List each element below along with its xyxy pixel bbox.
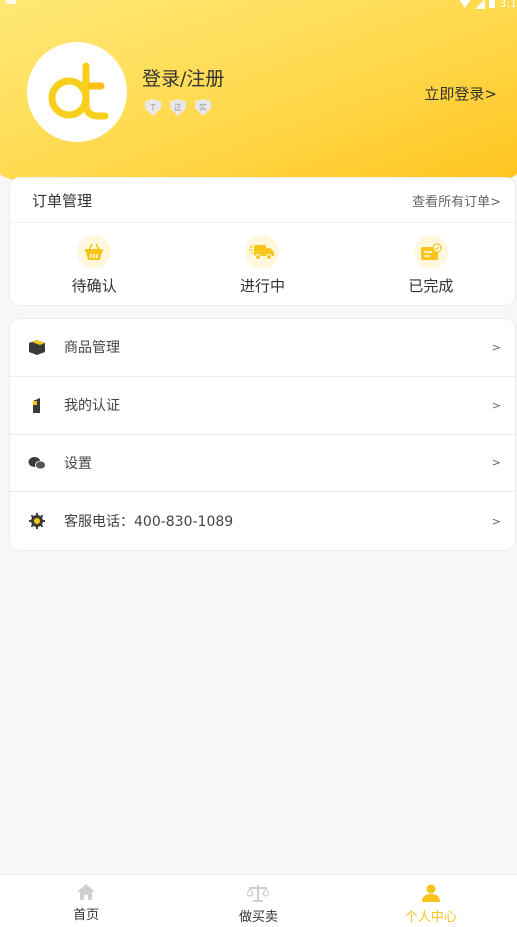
order-in-progress-label: 进行中: [239, 277, 285, 295]
wifi-icon: [459, 0, 472, 8]
tab-label: 做买卖: [238, 910, 278, 925]
chevron-right-icon: >: [491, 340, 501, 354]
battery-icon: [489, 0, 496, 8]
menu-list: 商品管理 > 我的认证 > 设置 > 客服电话：400-830-1089 >: [10, 319, 515, 550]
tab-trade[interactable]: 做买卖: [172, 875, 344, 927]
app-logo-icon: [48, 62, 109, 120]
gear-icon: [29, 513, 45, 530]
home-icon: [77, 884, 96, 900]
menu-label: 我的认证: [64, 398, 120, 415]
view-all-orders-link[interactable]: 查看所有订单>: [412, 191, 501, 210]
menu-item-my-certification[interactable]: 我的认证 >: [10, 377, 515, 435]
tab-label: 首页: [73, 908, 100, 923]
order-management-title: 订单管理: [32, 191, 93, 210]
order-completed-label: 已完成: [408, 277, 454, 295]
order-pending-button[interactable]: 待确认: [10, 223, 178, 304]
user-icon: [421, 884, 440, 902]
scale-icon: [247, 885, 270, 902]
tab-home[interactable]: 首页: [0, 875, 172, 927]
menu-item-settings[interactable]: 设置 >: [10, 435, 515, 493]
shield-t-icon: T: [145, 99, 161, 116]
basket-icon: [85, 243, 104, 260]
login-now-link[interactable]: 立即登录>: [424, 83, 497, 104]
completed-card-icon: [420, 243, 442, 260]
login-register-title[interactable]: 登录/注册: [142, 64, 224, 91]
certificate-icon: [33, 398, 40, 414]
shield-zheng-icon: 正: [170, 99, 186, 116]
menu-label: 设置: [64, 455, 92, 472]
menu-label: 商品管理: [64, 340, 120, 357]
status-bar: 3:1: [0, 0, 517, 12]
order-completed-button[interactable]: 已完成: [347, 223, 515, 304]
menu-label: 客服电话：400-830-1089: [64, 514, 234, 531]
avatar[interactable]: [27, 42, 127, 142]
order-in-progress-button[interactable]: 进行中: [178, 223, 346, 304]
status-time: 3:1: [499, 0, 517, 10]
bottom-tab-bar: 首页 做买卖 个人中心: [0, 874, 517, 927]
notification-icon: [6, 0, 16, 4]
shield-shi-icon: 实: [195, 99, 211, 116]
profile-header: 3:1 登录/注册 T 正 实 立即登录>: [0, 0, 517, 195]
chat-bubbles-icon: [28, 456, 46, 470]
order-management-card: 订单管理 查看所有订单> 待确认 进行中 已完成: [10, 178, 515, 305]
delivery-truck-icon: [249, 245, 275, 260]
menu-item-product-management[interactable]: 商品管理 >: [10, 319, 515, 377]
tab-personal-center[interactable]: 个人中心: [345, 875, 517, 927]
chevron-right-icon: >: [491, 456, 501, 470]
signal-icon: [475, 0, 486, 9]
chevron-right-icon: >: [491, 398, 501, 412]
menu-item-customer-service[interactable]: 客服电话：400-830-1089 >: [10, 492, 515, 550]
box-icon: [29, 339, 45, 355]
tab-label: 个人中心: [404, 910, 457, 925]
verification-badges: T 正 实: [145, 99, 211, 116]
order-pending-label: 待确认: [71, 277, 117, 295]
chevron-right-icon: >: [491, 514, 501, 528]
